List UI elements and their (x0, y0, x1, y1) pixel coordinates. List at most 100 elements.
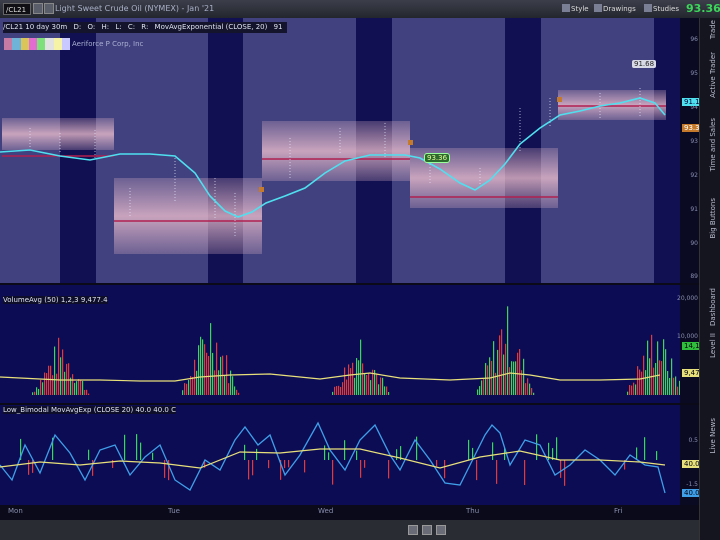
volume-bar (479, 386, 481, 395)
volume-bar (501, 329, 503, 395)
sidebar-tab-active-trader[interactable]: Active Trader (709, 52, 717, 98)
volume-bar (659, 360, 661, 395)
oscillator-bar (152, 452, 154, 460)
volume-bar (228, 383, 230, 395)
color-swatch[interactable] (53, 38, 62, 50)
volume-bar (238, 392, 240, 395)
time-axis-label: Thu (466, 507, 480, 515)
oscillator-bar (364, 460, 366, 468)
volume-bar (342, 382, 344, 395)
volume-bar (346, 379, 348, 395)
volume-bar (86, 389, 88, 395)
color-swatch[interactable] (12, 38, 21, 50)
sidebar-tab-level-ii[interactable]: Level II (709, 333, 717, 358)
oscillator-bar (268, 460, 270, 469)
volume-bar (40, 379, 42, 395)
color-swatch[interactable] (45, 38, 54, 50)
price-chart-pane[interactable]: 96 95 94 93 92 91 90 89 (0, 18, 700, 283)
volume-bar (42, 382, 44, 395)
volume-bar (370, 380, 372, 395)
expand-button[interactable] (408, 525, 418, 535)
volume-bar (80, 379, 82, 395)
volume-bar (489, 357, 491, 395)
volume-bar (493, 341, 495, 395)
oscillator-bar (32, 460, 34, 473)
volume-bar (675, 376, 677, 395)
oscillator-value-label: 40.0 (682, 460, 700, 468)
volume-bar (72, 374, 74, 395)
volume-bar (36, 387, 38, 395)
volume-bar (208, 356, 210, 395)
volume-bar (629, 385, 631, 395)
oscillator-pane[interactable]: 0.5 -0.5 -1.5 40.0 40.0 (0, 405, 700, 505)
volume-profile (2, 118, 114, 150)
volume-bar (192, 377, 194, 395)
volume-bar (352, 362, 354, 395)
oscillator-label-item: MovAvgExp (CLOSE 20) (51, 406, 134, 414)
drawings-menu[interactable]: Drawings (592, 3, 638, 15)
info-item: C: (127, 23, 136, 31)
last-price: 93.36 (686, 2, 720, 15)
volume-bar (645, 370, 647, 395)
color-swatch[interactable] (20, 38, 29, 50)
color-swatch-bar[interactable] (4, 38, 70, 50)
oscillator-study-label[interactable]: Low_Bimodal MovAvgExp (CLOSE 20) 40.0 40… (3, 406, 176, 414)
volume-bar (388, 392, 390, 395)
sidebar-tab-big-buttons[interactable]: Big Buttons (709, 198, 717, 239)
volume-bar (206, 352, 208, 395)
color-swatch[interactable] (61, 38, 70, 50)
oscillator-bar (496, 460, 498, 484)
price-tick: 93 (690, 138, 698, 145)
volume-bar (350, 368, 352, 395)
symbol-lookup-button[interactable] (33, 3, 43, 14)
sidebar-tab-time-and-sales[interactable]: Time and Sales (709, 118, 717, 171)
volume-bar (46, 373, 48, 395)
volume-bar (236, 389, 238, 395)
volume-bar (515, 361, 517, 395)
zoom-in-button[interactable] (436, 525, 446, 535)
price-tick: 92 (690, 172, 698, 179)
volume-bar (485, 363, 487, 395)
studies-menu[interactable]: Studies (642, 3, 681, 15)
volume-bar (224, 375, 226, 395)
volume-bar (378, 384, 380, 395)
volume-bar (627, 391, 629, 395)
volume-bar (641, 371, 643, 395)
symbol-field[interactable]: /CL21 (3, 3, 31, 15)
price-tag[interactable]: 93.36 (424, 153, 451, 163)
sidebar-tab-trade[interactable]: Trade (709, 20, 717, 39)
volume-bar (56, 373, 58, 395)
link-button[interactable] (44, 3, 54, 14)
price-tick: 91 (690, 206, 698, 213)
volume-bar (483, 379, 485, 395)
volume-bar (362, 363, 364, 395)
color-swatch[interactable] (4, 38, 13, 50)
study-info-bar[interactable]: /CL21 10 day 30m D: O: H: L: C: R: MovAv… (3, 22, 287, 33)
volume-bar (218, 370, 220, 395)
oscillator-bar (416, 436, 418, 460)
style-menu[interactable]: Style (560, 3, 591, 15)
volume-bar (182, 390, 184, 395)
volume-bar (52, 375, 54, 395)
color-swatch[interactable] (37, 38, 46, 50)
volume-bar (204, 344, 206, 395)
volume-bar (368, 373, 370, 395)
volume-bar (332, 391, 334, 395)
volume-bar (336, 386, 338, 395)
oscillator-tick: 0.5 (688, 437, 698, 444)
oscillator-bar (248, 460, 250, 480)
volume-bar (677, 386, 679, 395)
zoom-out-button[interactable] (422, 525, 432, 535)
oscillator-bar (92, 460, 94, 476)
price-tick: 95 (690, 70, 698, 77)
volume-bar (643, 355, 645, 395)
volume-bar (382, 377, 384, 395)
volume-bar (82, 380, 84, 395)
color-swatch[interactable] (28, 38, 37, 50)
volume-bar (232, 376, 234, 395)
oscillator-bar (492, 442, 494, 460)
volume-bar (360, 339, 362, 395)
sidebar-tab-live-news[interactable]: Live News (709, 418, 717, 453)
volume-study-label[interactable]: VolumeAvg (50) 1,2,3 9,477.4 (3, 296, 108, 304)
sidebar-tab-dashboard[interactable]: Dashboard (709, 288, 717, 326)
